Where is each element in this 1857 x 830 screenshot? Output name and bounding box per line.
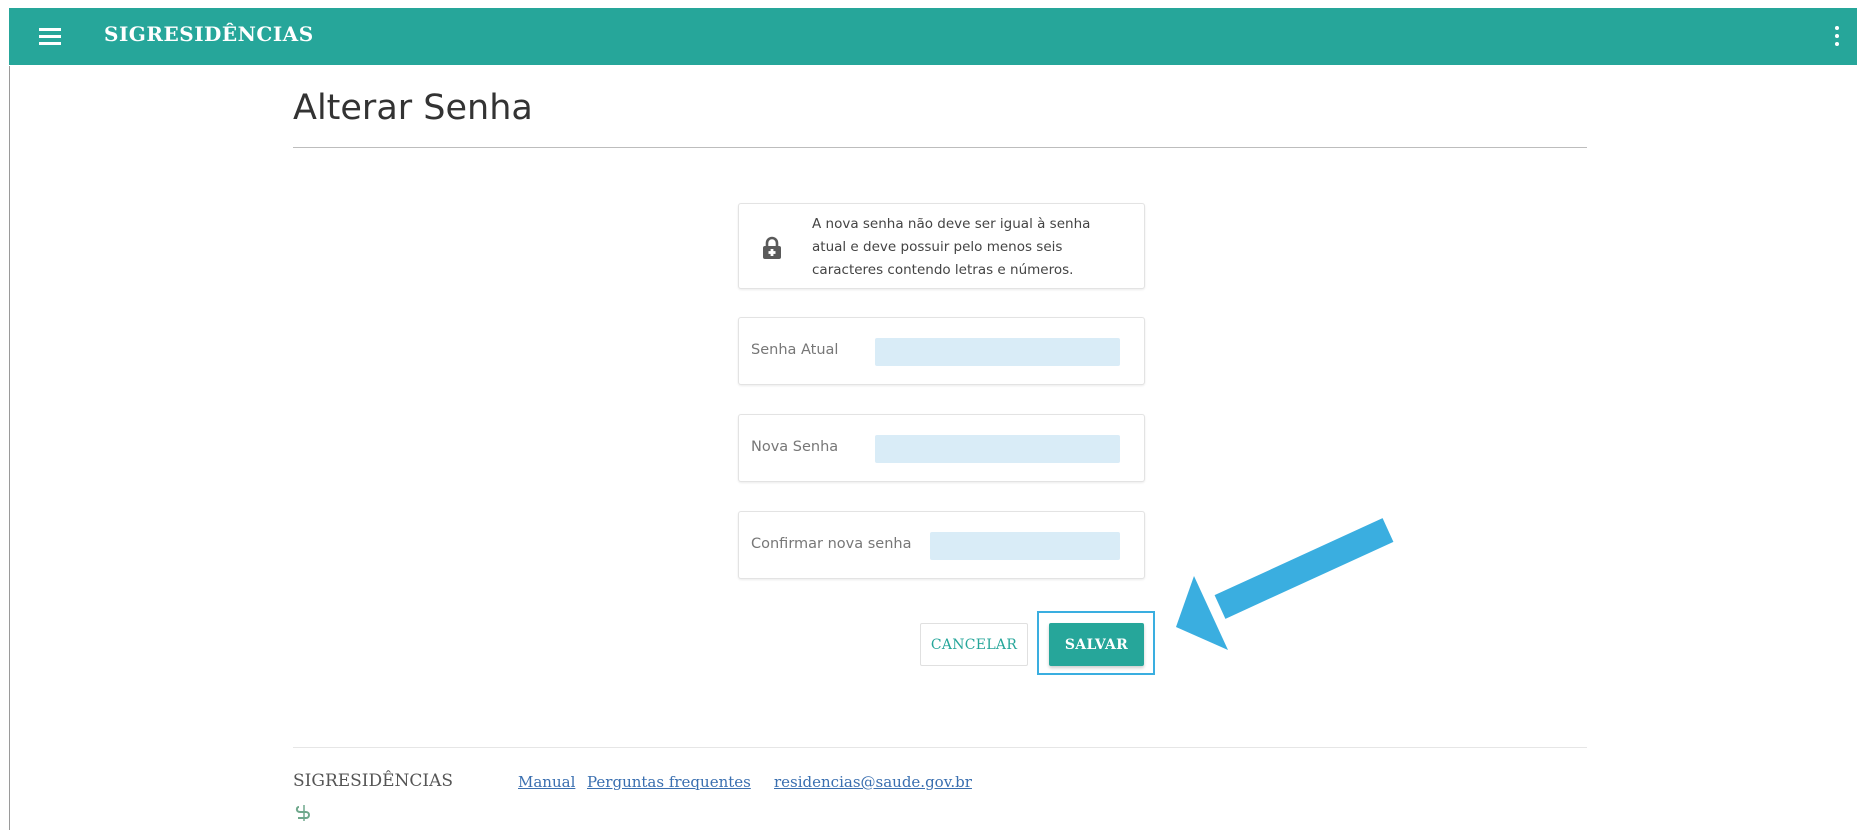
title-divider bbox=[293, 147, 1587, 148]
confirm-password-input[interactable] bbox=[930, 532, 1120, 560]
footer-link-faq[interactable]: Perguntas frequentes bbox=[587, 773, 751, 791]
confirm-password-label: Confirmar nova senha bbox=[751, 536, 912, 552]
page-title: Alterar Senha bbox=[293, 88, 533, 128]
page-border-left bbox=[9, 66, 10, 830]
current-password-row: Senha Atual bbox=[738, 317, 1145, 385]
password-rules-text: A nova senha não deve ser igual à senha … bbox=[812, 213, 1132, 282]
vertical-dots-icon[interactable] bbox=[1829, 26, 1845, 48]
save-highlight-box bbox=[1037, 611, 1155, 675]
new-password-label: Nova Senha bbox=[751, 439, 839, 455]
footer-link-email[interactable]: residencias@saude.gov.br bbox=[774, 773, 972, 791]
notice-line: A nova senha não deve ser igual à senha bbox=[812, 216, 1091, 232]
password-rules-notice: A nova senha não deve ser igual à senha … bbox=[738, 203, 1145, 289]
new-password-row: Nova Senha bbox=[738, 414, 1145, 482]
top-app-bar: SIGRESIDÊNCIAS bbox=[9, 8, 1857, 65]
notice-line: caracteres contendo letras e números. bbox=[812, 262, 1074, 278]
notice-line: atual e deve possuir pelo menos seis bbox=[812, 239, 1063, 255]
confirm-password-row: Confirmar nova senha bbox=[738, 511, 1145, 579]
new-password-input[interactable] bbox=[875, 435, 1120, 463]
cancel-button[interactable]: CANCELAR bbox=[920, 623, 1028, 666]
footer-divider bbox=[293, 747, 1587, 748]
current-password-label: Senha Atual bbox=[751, 342, 839, 358]
hamburger-menu-icon[interactable] bbox=[39, 28, 61, 46]
current-password-input[interactable] bbox=[875, 338, 1120, 366]
footer-brand: SIGRESIDÊNCIAS bbox=[293, 771, 454, 791]
lock-icon bbox=[763, 236, 781, 259]
app-title[interactable]: SIGRESIDÊNCIAS bbox=[104, 22, 314, 46]
footer-link-manual[interactable]: Manual bbox=[518, 773, 575, 791]
sus-logo-icon bbox=[295, 805, 310, 821]
